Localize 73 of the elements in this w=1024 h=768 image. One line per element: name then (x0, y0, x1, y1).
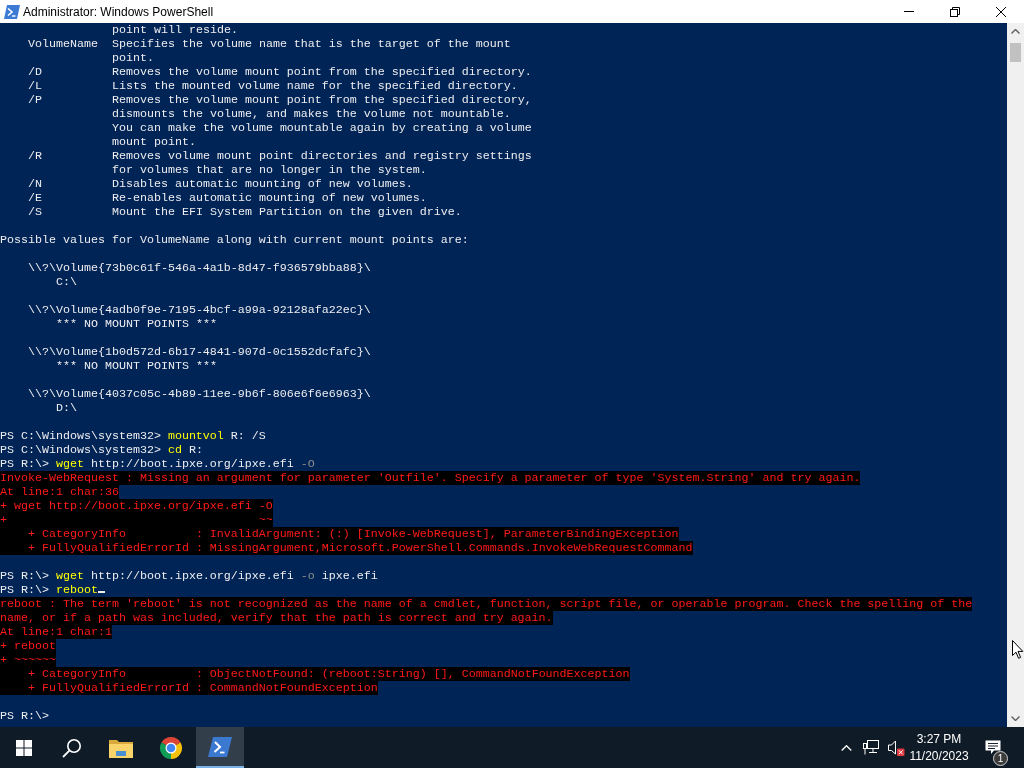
option-description: Lists the mounted volume name for the specified directory. (112, 79, 518, 93)
terminal-icon (208, 736, 232, 757)
option-description: You can make the volume mountable again by creating a volume (112, 121, 532, 135)
option-name: /S (28, 205, 42, 219)
command-text: cd R: (167, 443, 203, 457)
search-icon (62, 737, 82, 758)
option-description: Removes the volume mount point from the specified directory, (112, 93, 532, 107)
output-text: Possible values for VolumeName along with current mount points are: (0, 233, 469, 247)
command-text: reboot (55, 583, 98, 597)
error-message: + wget http://boot.ipxe.org/ipxe.efi -O (0, 499, 273, 513)
option-name: /P (28, 93, 42, 107)
mouse-pointer-icon (1012, 640, 1024, 659)
clock-button[interactable]: 3:27 PM 11/20/2023 (908, 727, 970, 768)
prompt-text: PS R:\> (0, 457, 49, 471)
option-description: point will reside. (112, 23, 238, 37)
option-description: mount point. (112, 135, 196, 149)
error-message: + ~~ (0, 513, 273, 527)
option-description: dismounts the volume, and makes the volume not mountable. (112, 107, 511, 121)
option-name: /E (28, 191, 42, 205)
option-description: point. (112, 51, 154, 65)
error-message: + FullyQualifiedErrorId : MissingArgument,Microsoft.PowerShell.Commands.InvokeWebRequestCommand (0, 541, 693, 555)
action-center-button[interactable]: 1 (970, 727, 1016, 768)
option-description: Re-enables automatic mounting of new volumes. (112, 191, 427, 205)
chevron-up-icon (840, 744, 852, 751)
error-message: Invoke-WebRequest : Missing an argument for parameter 'Outfile'. Specify a parameter of type 'System.String' and try again. (0, 471, 861, 485)
terminal-icon (4, 4, 20, 19)
volume-path: \\?\Volume{4037c05c-4b89-11ee-9b6f-806e6f6e6963}\ (28, 387, 371, 401)
minimize-icon (904, 11, 914, 12)
option-name: /R (28, 149, 42, 163)
mount-point: D:\ (56, 401, 77, 415)
option-name: /D (28, 65, 42, 79)
error-message: reboot : The term 'reboot' is not recognized as the name of a cmdlet, function, script file, or operable program. Check the spelling of the (0, 597, 973, 611)
folder-icon (109, 737, 133, 758)
command-text: wget http://boot.ipxe.org/ipxe.efi -O (55, 457, 315, 471)
volume-path: \\?\Volume{73b0c61f-546a-4a1b-8d47-f936579bba88}\ (28, 261, 371, 275)
command-text: wget http://boot.ipxe.org/ipxe.efi -o ipxe.efi (55, 569, 378, 583)
option-description: Mount the EFI System Partition on the given drive. (112, 205, 462, 219)
scrollbar-thumb[interactable] (1010, 43, 1021, 62)
error-message: + FullyQualifiedErrorId : CommandNotFoundException (0, 681, 378, 695)
error-message: + reboot (0, 639, 56, 653)
prompt-text: PS R:\> (0, 709, 49, 723)
mount-point: *** NO MOUNT POINTS *** (56, 359, 217, 373)
prompt-text: PS R:\> (0, 583, 49, 597)
restore-icon (950, 6, 960, 17)
prompt-text: PS R:\> (0, 569, 49, 583)
error-message: At line:1 char:36 (0, 485, 119, 499)
option-description: Removes the volume mount point from the specified directory. (112, 65, 532, 79)
error-message: + CategoryInfo : ObjectNotFound: (reboot:String) [], CommandNotFoundException (0, 667, 630, 681)
prompt-text: PS C:\Windows\system32> (0, 429, 161, 443)
error-message: + ~~~~~~ (0, 653, 56, 667)
option-description: Specifies the volume name that is the target of the mount (112, 37, 511, 51)
notification-count-badge: 1 (993, 751, 1008, 766)
option-description: Disables automatic mounting of new volumes. (112, 177, 413, 191)
close-icon (996, 6, 1006, 17)
network-icon (863, 740, 879, 755)
error-message: name, or if a path was included, verify that the path is correct and try again. (0, 611, 553, 625)
windows-logo-icon (16, 739, 32, 756)
mount-point: C:\ (56, 275, 77, 289)
notification-icon (985, 740, 1001, 755)
mount-point: *** NO MOUNT POINTS *** (56, 317, 217, 331)
option-description: Removes volume mount point directories and registry settings (112, 149, 532, 163)
browser-icon (159, 735, 183, 760)
volume-path: \\?\Volume{1b0d572d-6b17-4841-907d-0c1552dcfafc}\ (28, 345, 371, 359)
option-name: VolumeName (28, 37, 98, 51)
error-message: + CategoryInfo : InvalidArgument: (:) [Invoke-WebRequest], ParameterBindingException (0, 527, 679, 541)
window-title: Administrator: Windows PowerShell (23, 4, 214, 19)
option-name: /L (28, 79, 42, 93)
volume-path: \\?\Volume{4adb0f9e-7195-4bcf-a99a-92128afa22ec}\ (28, 303, 371, 317)
prompt-text: PS C:\Windows\system32> (0, 443, 161, 457)
option-description: for volumes that are no longer in the system. (112, 163, 427, 177)
option-name: /N (28, 177, 42, 191)
error-message: At line:1 char:1 (0, 625, 112, 639)
command-text: mountvol R: /S (167, 429, 266, 443)
